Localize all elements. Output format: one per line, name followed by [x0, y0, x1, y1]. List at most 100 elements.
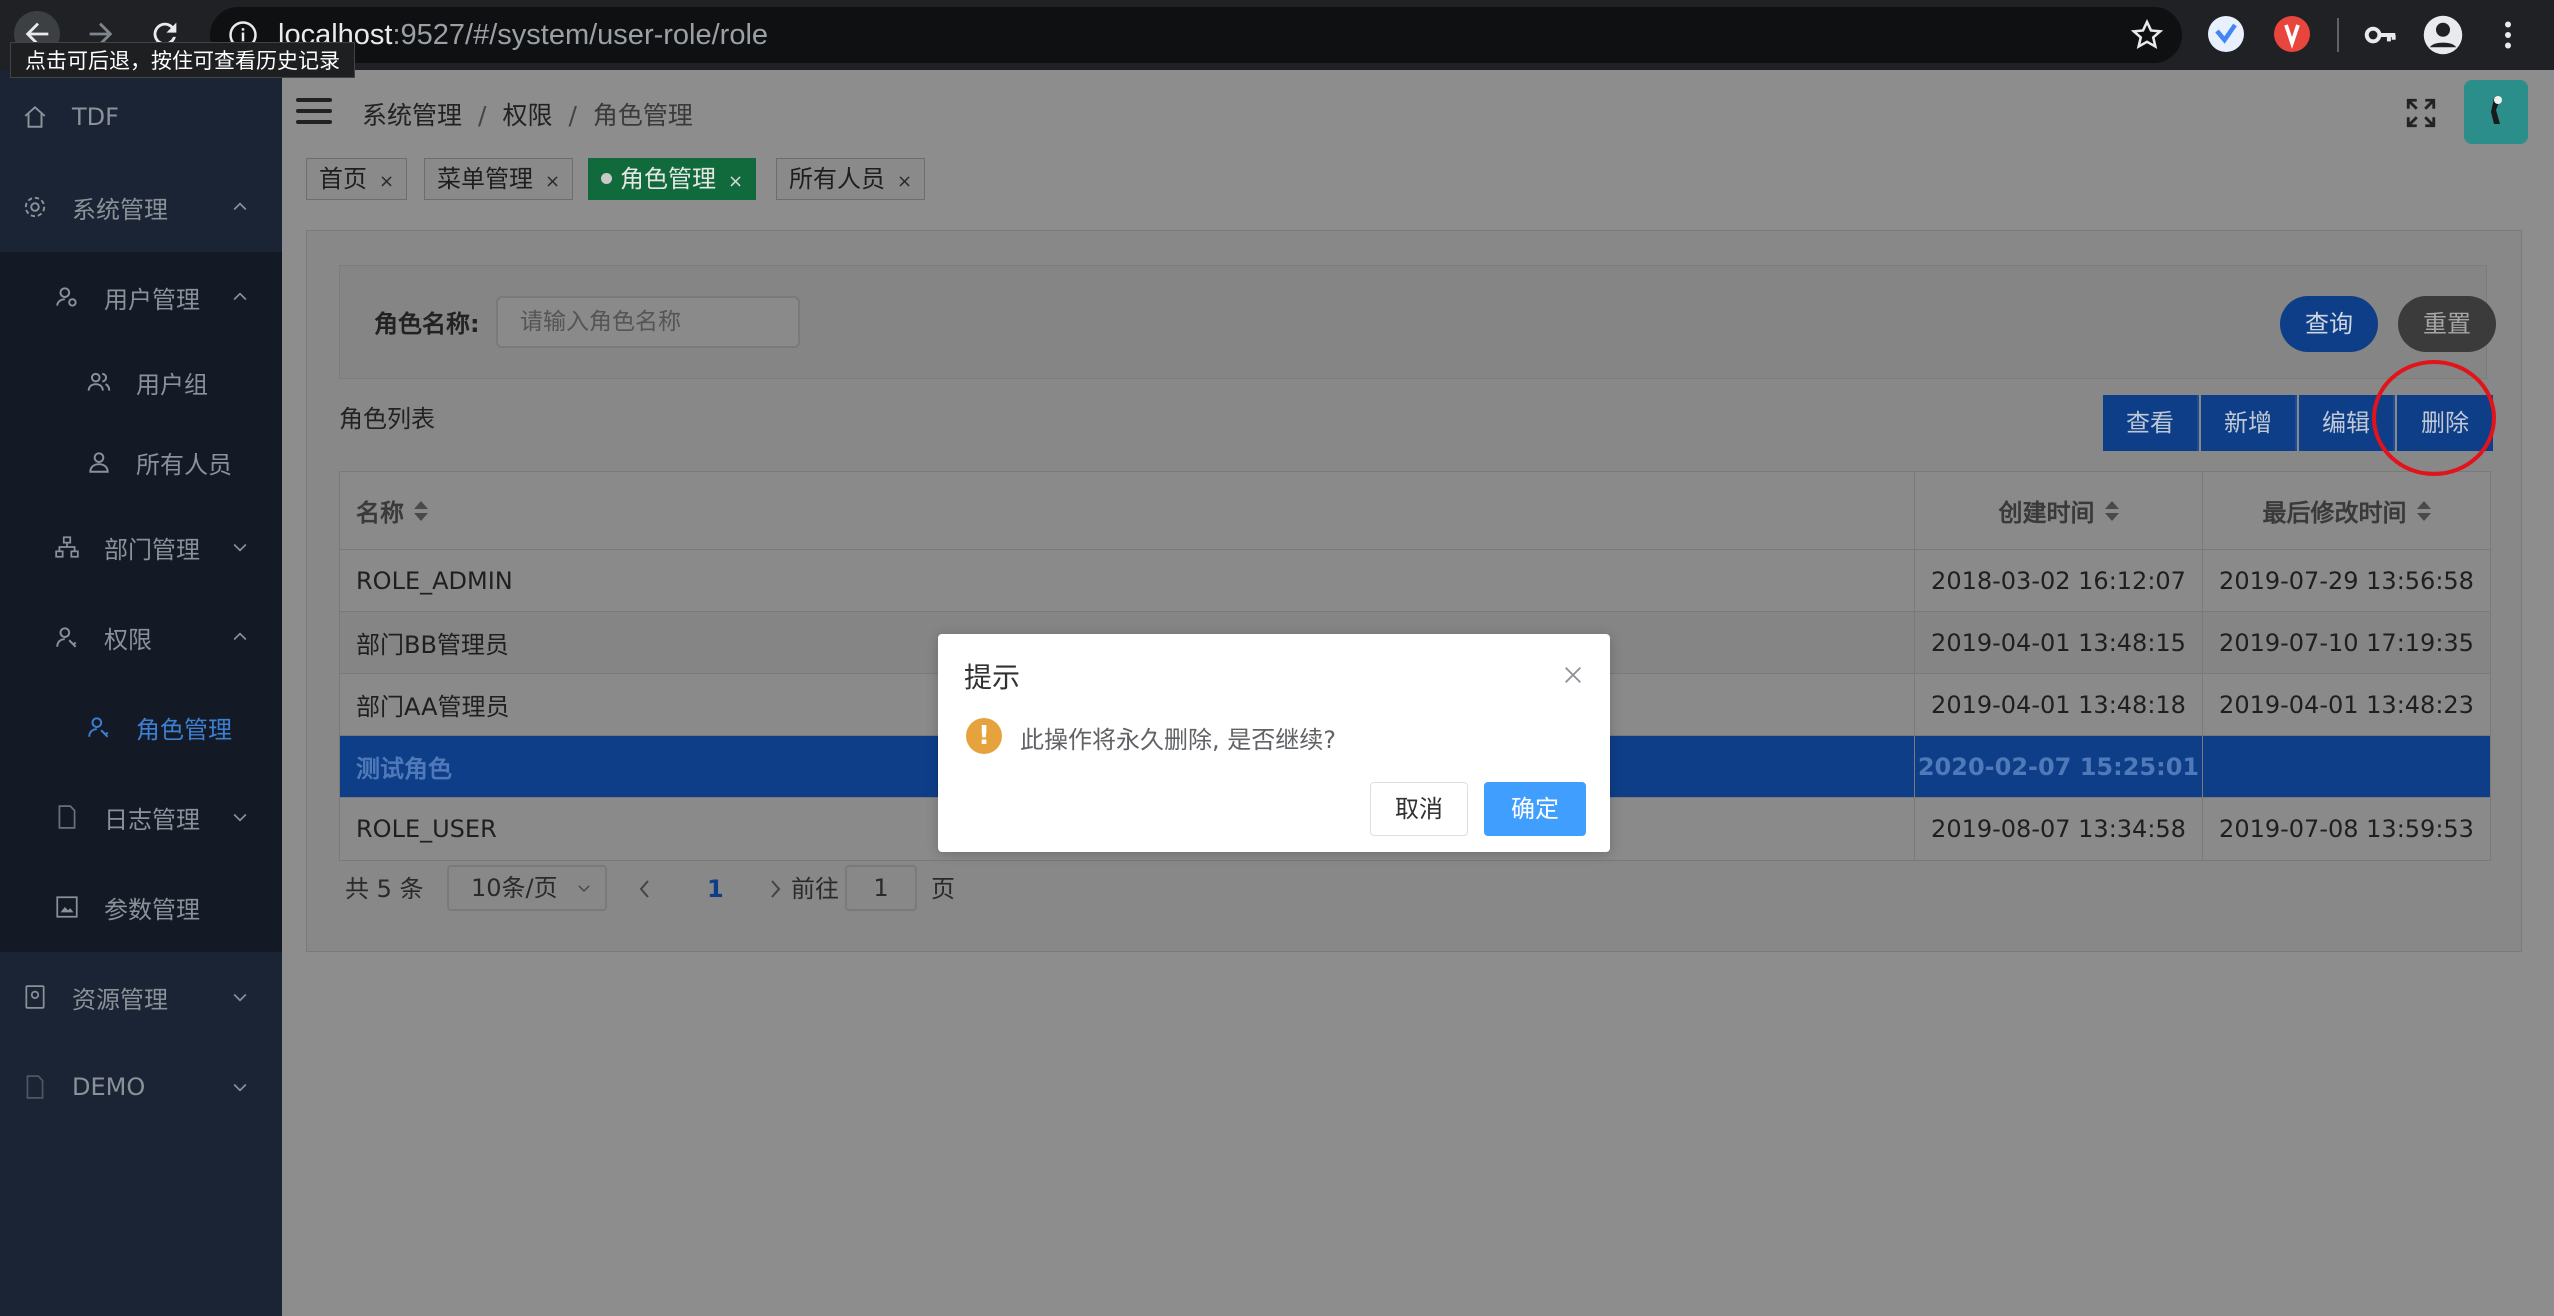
sidebar-item-user-mgmt[interactable]: 用户管理 [0, 252, 282, 342]
add-button[interactable]: 新增 [2201, 395, 2297, 451]
address-bar[interactable]: localhost:9527/#/system/user-role/role [210, 7, 2182, 63]
tag-label: 首页 [319, 165, 367, 193]
sidebar-item-role-mgmt[interactable]: 角色管理 [0, 682, 282, 772]
breadcrumb-item[interactable]: 系统管理 [362, 101, 462, 130]
confirm-button[interactable]: 确定 [1484, 782, 1586, 836]
tag-role-mgmt[interactable]: 角色管理 × [588, 158, 757, 200]
cancel-button[interactable]: 取消 [1370, 782, 1468, 836]
sidebar-item-label: 用户组 [136, 370, 208, 399]
user-key-icon [88, 717, 109, 738]
warning-icon: ! [966, 718, 1002, 754]
reset-button[interactable]: 重置 [2398, 296, 2496, 352]
doc-icon [58, 805, 76, 829]
user-icon [89, 452, 109, 473]
view-button[interactable]: 查看 [2103, 395, 2199, 451]
cell-modified [2203, 736, 2490, 797]
sidebar-item-params[interactable]: 参数管理 [0, 862, 282, 952]
list-title: 角色列表 [339, 405, 435, 433]
sort-icon[interactable] [2104, 500, 2119, 522]
home-icon [24, 105, 46, 128]
user-gear-icon [56, 287, 77, 307]
tag-all-staff[interactable]: 所有人员 × [776, 158, 926, 200]
tag-label: 菜单管理 [437, 165, 533, 193]
sidebar-item-label: 参数管理 [104, 895, 200, 924]
fullscreen-icon[interactable] [2404, 96, 2438, 130]
account-icon[interactable] [2422, 14, 2464, 56]
cell-modified: 2019-07-29 13:56:58 [2219, 566, 2474, 595]
sidebar-item-user-group[interactable]: 用户组 [0, 342, 282, 422]
column-header-name[interactable]: 名称 [340, 472, 1915, 549]
chevron-down-icon [578, 885, 590, 893]
table-row[interactable]: ROLE_ADMIN 2018-03-02 16:12:07 2019-07-2… [340, 550, 2490, 612]
page-size-select[interactable]: 10条/页 [447, 865, 607, 911]
page-size-value: 10条/页 [471, 874, 558, 902]
sidebar-item-resource[interactable]: 资源管理 [0, 952, 282, 1042]
query-button[interactable]: 查询 [2280, 296, 2378, 352]
close-icon[interactable]: × [379, 171, 394, 192]
sidebar-item-dept[interactable]: 部门管理 [0, 502, 282, 592]
sidebar-item-all-staff[interactable]: 所有人员 [0, 422, 282, 502]
extension-icon[interactable] [2274, 16, 2310, 52]
sidebar-item-label: 角色管理 [136, 715, 232, 744]
breadcrumb-separator: / [478, 101, 487, 130]
tag-menu-mgmt[interactable]: 菜单管理 × [424, 158, 574, 200]
breadcrumb-item[interactable]: 权限 [502, 101, 552, 130]
column-header-created[interactable]: 创建时间 [1915, 472, 2203, 549]
close-icon[interactable]: × [545, 171, 560, 192]
prev-page-icon[interactable] [635, 865, 655, 913]
users-icon [87, 372, 111, 391]
sort-icon[interactable] [2416, 500, 2431, 522]
goto-page-input[interactable]: 1 [845, 865, 917, 911]
key-icon[interactable] [2362, 16, 2400, 54]
user-key-icon [56, 627, 77, 648]
sidebar: TDF 系统管理 用户管理 用户组 所有人员 部门管理 权限 角色管理 日志管理 [0, 70, 282, 1316]
avatar[interactable] [2464, 80, 2528, 144]
chevron-down-icon [233, 543, 247, 552]
close-icon[interactable]: × [728, 171, 743, 192]
cell-created: 2019-04-01 13:48:18 [1915, 674, 2203, 735]
picture-icon [56, 896, 78, 918]
active-dot-icon [601, 172, 612, 184]
next-page-icon[interactable] [765, 865, 785, 913]
extension-icon[interactable] [2208, 16, 2244, 52]
cell-created: 2019-04-01 13:48:15 [1915, 612, 2203, 673]
cell-modified: 2019-07-08 13:59:53 [2219, 815, 2474, 843]
menu-toggle-icon[interactable] [296, 98, 332, 128]
star-icon[interactable] [2130, 18, 2164, 52]
sidebar-item-demo[interactable]: DEMO [0, 1042, 282, 1132]
cell-created: 2018-03-02 16:12:07 [1915, 550, 2203, 611]
sidebar-item-system[interactable]: 系统管理 [0, 162, 282, 252]
more-vert-icon[interactable] [2490, 16, 2526, 54]
page-number[interactable]: 1 [707, 865, 724, 913]
cell-modified: 2019-07-10 17:19:35 [2219, 628, 2474, 657]
total-count: 共 5 条 [345, 875, 424, 903]
chevron-down-icon [233, 993, 247, 1002]
sidebar-item-log[interactable]: 日志管理 [0, 772, 282, 862]
org-icon [55, 536, 79, 558]
chevron-up-icon [233, 632, 247, 641]
tag-home[interactable]: 首页 × [306, 158, 408, 200]
cell-created: 2020-02-07 15:25:01 [1915, 736, 2203, 797]
sidebar-item-label: 资源管理 [72, 985, 168, 1014]
sidebar-item-label: DEMO [72, 1073, 146, 1101]
table-header: 名称 创建时间 最后修改时间 [340, 472, 2490, 550]
role-name-input[interactable]: 请输入角色名称 [496, 296, 800, 348]
close-icon[interactable]: × [897, 171, 912, 192]
breadcrumb: 系统管理 / 权限 / 角色管理 [362, 96, 693, 132]
column-header-modified[interactable]: 最后修改时间 [2203, 472, 2490, 549]
book-icon [25, 985, 45, 1009]
sidebar-item-tdf[interactable]: TDF [0, 72, 282, 162]
chevron-down-icon [233, 1083, 247, 1092]
gear-icon [24, 196, 46, 218]
sidebar-item-permission[interactable]: 权限 [0, 592, 282, 682]
doc-icon [26, 1075, 44, 1099]
sidebar-item-label: 所有人员 [136, 450, 232, 479]
confirm-dialog: 提示 ! 此操作将永久删除, 是否继续? 取消 确定 [938, 634, 1610, 852]
goto-label: 前往 [791, 875, 839, 903]
cell-modified: 2019-04-01 13:48:23 [2219, 690, 2474, 719]
tag-label: 角色管理 [620, 165, 716, 193]
close-icon[interactable] [1562, 664, 1584, 686]
goto-suffix: 页 [931, 875, 955, 903]
sidebar-item-label: 系统管理 [72, 195, 168, 224]
sort-icon[interactable] [414, 500, 428, 522]
